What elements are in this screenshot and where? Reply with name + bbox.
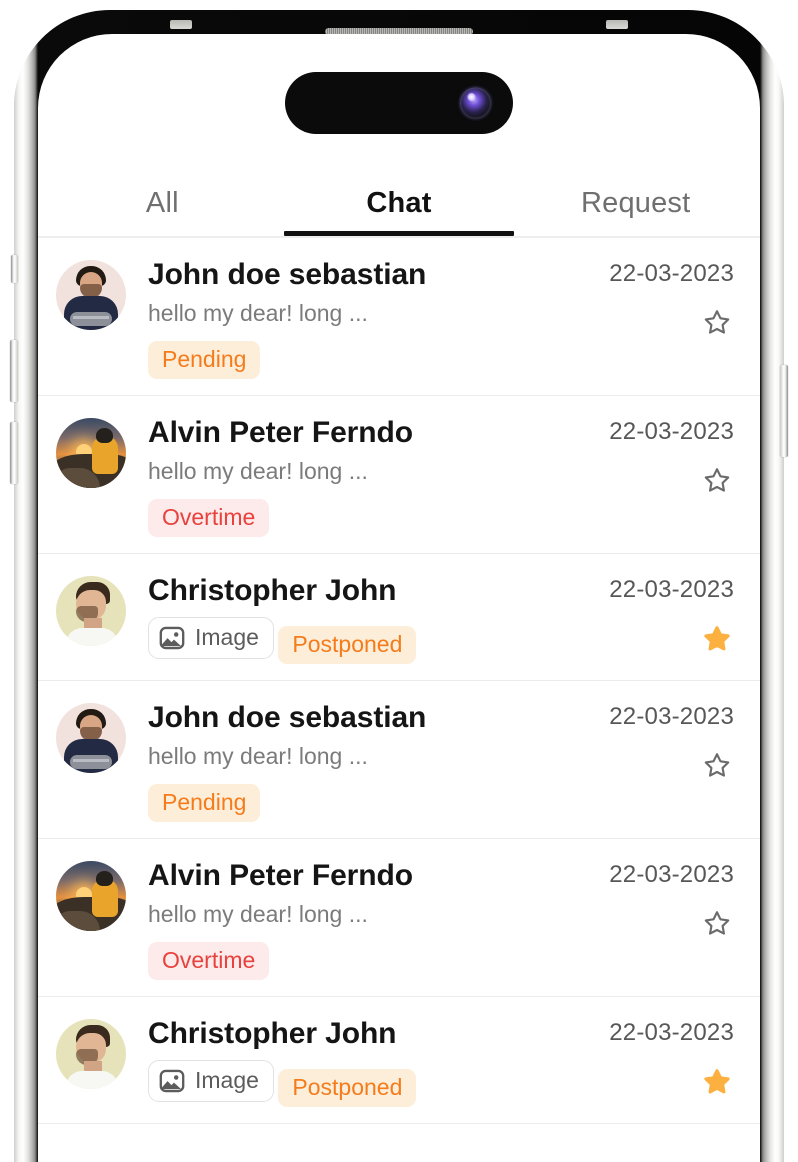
mute-switch-button[interactable] [11, 255, 18, 283]
row-meta: 22-03-2023 [584, 572, 734, 664]
attachment-chip[interactable]: Image [148, 1059, 274, 1102]
tab-request[interactable]: Request [517, 187, 754, 236]
chat-list: John doe sebastian hello my dear! long .… [38, 238, 760, 1124]
star-outline-icon[interactable] [700, 749, 734, 783]
tab-all[interactable]: All [44, 187, 281, 236]
row-content: Christopher John Image Postponed [126, 1015, 584, 1107]
picture-icon [158, 624, 186, 652]
star-filled-icon[interactable] [700, 1065, 734, 1099]
table-row[interactable]: Christopher John Image Postponed 22-03-2… [38, 997, 760, 1124]
row-content: Alvin Peter Ferndo hello my dear! long .… [126, 414, 584, 538]
avatar [56, 861, 126, 932]
row-meta: 22-03-2023 [584, 256, 734, 379]
phone-device-frame: All Chat Request John doe sebastian hell… [10, 10, 788, 1162]
status-badge: Overtime [148, 499, 270, 538]
table-row[interactable]: John doe sebastian hello my dear! long .… [38, 238, 760, 397]
picture-icon [158, 1067, 186, 1095]
contact-name: John doe sebastian [148, 258, 427, 291]
status-badge: Postponed [278, 625, 417, 664]
dynamic-island[interactable] [285, 72, 513, 134]
app-content: All Chat Request John doe sebastian hell… [38, 150, 760, 1162]
tab-request-label: Request [580, 187, 691, 219]
contact-name: Alvin Peter Ferndo [148, 416, 413, 450]
message-date: 22-03-2023 [609, 260, 734, 287]
front-camera-lens-icon [460, 87, 491, 119]
avatar [56, 418, 126, 489]
status-badge: Pending [148, 784, 261, 823]
phone-screen: All Chat Request John doe sebastian hell… [38, 34, 760, 1162]
message-date: 22-03-2023 [609, 576, 734, 604]
message-preview: hello my dear! long ... [148, 457, 368, 484]
status-badge: Postponed [278, 1068, 417, 1107]
contact-name: Christopher John [148, 1017, 397, 1051]
avatar [56, 702, 126, 773]
tab-all-label: All [145, 187, 179, 219]
tab-chat[interactable]: Chat [281, 187, 518, 236]
row-content: Christopher John Image Postponed [126, 572, 584, 664]
row-meta: 22-03-2023 [584, 857, 734, 980]
message-date: 22-03-2023 [609, 1019, 734, 1047]
table-row[interactable]: Alvin Peter Ferndo hello my dear! long .… [38, 396, 760, 555]
status-badge: Pending [148, 341, 261, 380]
star-outline-icon[interactable] [700, 464, 734, 498]
row-meta: 22-03-2023 [584, 414, 734, 537]
antenna-band-left [170, 20, 192, 29]
avatar [56, 260, 126, 330]
tab-bar: All Chat Request [38, 150, 760, 236]
attachment-label: Image [195, 624, 259, 651]
row-meta: 22-03-2023 [584, 1015, 734, 1107]
status-badge: Overtime [148, 942, 270, 981]
row-content: John doe sebastian hello my dear! long .… [126, 256, 584, 380]
message-preview: hello my dear! long ... [148, 900, 368, 927]
table-row[interactable]: Alvin Peter Ferndo hello my dear! long .… [38, 839, 760, 998]
message-date: 22-03-2023 [609, 702, 734, 730]
screenshot-canvas: All Chat Request John doe sebastian hell… [0, 0, 798, 1162]
star-filled-icon[interactable] [700, 622, 734, 656]
avatar [56, 576, 126, 647]
row-content: John doe sebastian hello my dear! long .… [126, 699, 584, 823]
star-outline-icon[interactable] [700, 907, 734, 941]
tab-chat-label: Chat [366, 187, 432, 219]
attachment-chip[interactable]: Image [148, 616, 274, 659]
antenna-band-right [606, 20, 628, 29]
row-content: Alvin Peter Ferndo hello my dear! long .… [126, 857, 584, 981]
volume-down-button[interactable] [10, 422, 18, 484]
message-preview: hello my dear! long ... [148, 299, 368, 326]
power-side-button[interactable] [780, 365, 788, 457]
star-outline-icon[interactable] [700, 306, 734, 340]
volume-up-button[interactable] [10, 340, 18, 402]
message-date: 22-03-2023 [609, 861, 734, 889]
row-meta: 22-03-2023 [584, 699, 734, 822]
message-preview: hello my dear! long ... [148, 742, 368, 769]
table-row[interactable]: John doe sebastian hello my dear! long .… [38, 680, 760, 840]
contact-name: Christopher John [148, 574, 397, 608]
avatar [56, 1019, 126, 1090]
attachment-label: Image [195, 1067, 259, 1094]
message-date: 22-03-2023 [609, 418, 734, 446]
table-row[interactable]: Christopher John Image Postponed 22-03-2… [38, 554, 760, 681]
contact-name: John doe sebastian [148, 700, 427, 734]
contact-name: Alvin Peter Ferndo [148, 859, 413, 893]
